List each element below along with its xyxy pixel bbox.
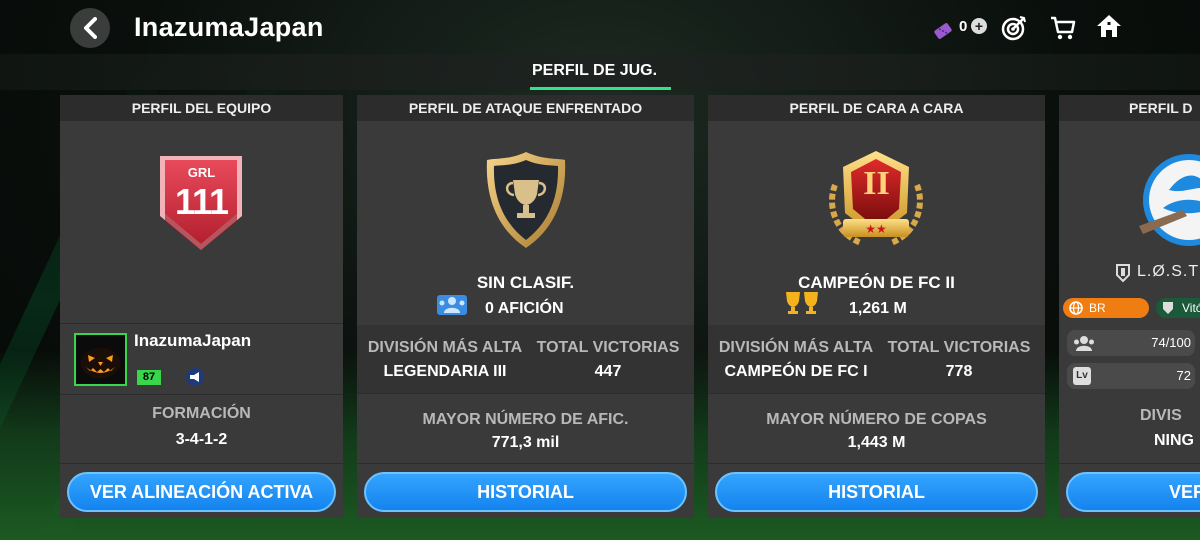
pumpkin-icon	[80, 348, 121, 378]
badge-numeral: II	[863, 165, 890, 202]
divider	[357, 393, 694, 394]
total-wins-value: 447	[594, 363, 622, 380]
card-header: PERFIL DE ATAQUE ENFRENTADO	[357, 95, 694, 121]
most-fans-label: MAYOR NÚMERO DE AFIC.	[422, 411, 629, 428]
formation-value: 3-4-1-2	[175, 431, 228, 448]
home-icon[interactable]	[1095, 12, 1123, 40]
divider	[708, 463, 1045, 464]
page-title: InazumaJapan	[134, 12, 324, 42]
trophy-shield-icon	[486, 152, 566, 248]
history-button[interactable]: HISTORIAL	[715, 472, 1038, 512]
league-level: 72	[1176, 368, 1191, 383]
stats-section: DIVISIÓN MÁS ALTA CAMPEÓN DE FC I TOTAL …	[708, 325, 1045, 393]
card-header: PERFIL DE CARA A CARA	[708, 95, 1045, 121]
highest-division-value: LEGENDARIA III	[383, 363, 507, 380]
trophy-icon	[786, 292, 818, 314]
divider	[357, 463, 694, 464]
divider	[60, 323, 343, 324]
top-bar: InazumaJapan 0 +	[0, 0, 1200, 54]
card-header: PERFIL D	[1059, 95, 1200, 121]
most-fans-value: 771,3 mil	[491, 434, 560, 451]
team-profile-card: PERFIL DEL EQUIPO GRL 111 InazumaJapan 8…	[60, 95, 343, 518]
league-profile-card: PERFIL D L.Ø.S.T BR Vitó 74/100 Lv 72 DI…	[1059, 95, 1200, 518]
head-to-head-profile-card: PERFIL DE CARA A CARA ★★ II CAMPEÓN DE F…	[708, 95, 1045, 518]
level-badge: 87	[137, 370, 161, 385]
level-icon: Lv	[1073, 367, 1091, 385]
badge-label: GRL	[187, 165, 216, 180]
card-header: PERFIL DEL EQUIPO	[60, 95, 343, 121]
history-button[interactable]: HISTORIAL	[364, 472, 687, 512]
player-name: InazumaJapan	[134, 331, 252, 350]
members-icon	[1074, 336, 1094, 351]
members-row: 74/100	[1067, 330, 1195, 356]
divider	[60, 394, 343, 395]
division-value: NING	[1154, 432, 1194, 449]
highest-division-value: CAMPEÓN DE FC I	[724, 363, 868, 380]
cart-icon[interactable]	[1049, 14, 1077, 42]
fans-icon	[437, 295, 467, 315]
country-code: BR	[1089, 301, 1106, 315]
members-count: 74/100	[1151, 335, 1191, 350]
club-mini-crest-icon	[1163, 302, 1173, 314]
view-active-lineup-button[interactable]: VER ALINEACIÓN ACTIVA	[67, 472, 336, 512]
globe-icon	[1069, 301, 1083, 315]
tab-bar: PERFIL DE JUG.	[0, 54, 1200, 90]
division-label: DIVIS	[1140, 407, 1182, 424]
total-wins-value: 778	[945, 363, 973, 380]
stats-section: DIVISIÓN MÁS ALTA LEGENDARIA III TOTAL V…	[357, 325, 694, 393]
view-button[interactable]: VER	[1066, 472, 1200, 512]
divider	[708, 393, 1045, 394]
tab-active-indicator	[530, 87, 671, 90]
divider	[1059, 463, 1200, 464]
formation-label: FORMACIÓN	[152, 405, 251, 422]
fans-count: 0 AFICIÓN	[485, 300, 564, 317]
badge-value: 111	[174, 181, 229, 222]
most-cups-label: MAYOR NÚMERO DE COPAS	[766, 411, 987, 428]
most-cups-value: 1,443 M	[847, 434, 906, 451]
club-crest-icon	[1116, 264, 1130, 283]
tab-player-profile[interactable]: PERFIL DE JUG.	[532, 62, 657, 80]
ticket-icon[interactable]	[932, 16, 954, 46]
league-crest-icon	[1139, 154, 1200, 246]
total-wins-label: TOTAL VICTORIAS	[887, 339, 1031, 356]
trophy-count: 1,261 M	[849, 300, 907, 317]
level-row: Lv 72	[1067, 363, 1195, 389]
megaphone-icon	[186, 368, 204, 386]
highest-division-label: DIVISIÓN MÁS ALTA	[718, 339, 874, 356]
total-wins-label: TOTAL VICTORIAS	[536, 339, 680, 356]
plus-icon[interactable]: +	[971, 18, 987, 34]
rank-label: CAMPEÓN DE FC II	[798, 273, 955, 292]
svg-text:★★: ★★	[865, 222, 887, 236]
rank-label: SIN CLASIF.	[476, 273, 575, 292]
league-name: L.Ø.S.T	[1137, 263, 1200, 280]
club-tag: Vitó	[1182, 301, 1200, 315]
highest-division-label: DIVISIÓN MÁS ALTA	[367, 339, 523, 356]
divider	[60, 463, 343, 464]
coin-count: 0	[959, 18, 968, 35]
target-icon[interactable]	[1000, 14, 1028, 42]
back-button[interactable]	[70, 8, 110, 48]
back-arrow-icon	[84, 17, 97, 39]
attack-profile-card: PERFIL DE ATAQUE ENFRENTADO SIN CLASIF. …	[357, 95, 694, 518]
avatar	[74, 333, 127, 386]
